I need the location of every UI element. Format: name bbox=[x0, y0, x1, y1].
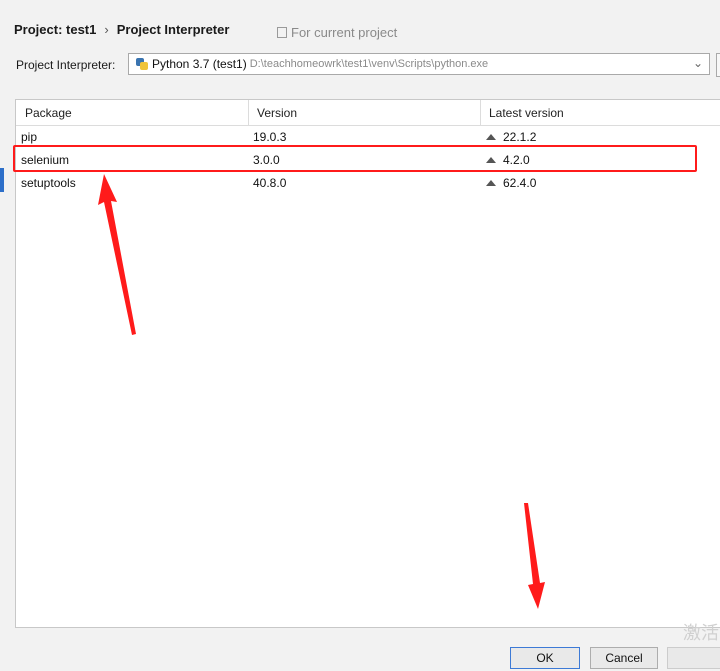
cancel-button[interactable]: Cancel bbox=[590, 647, 658, 669]
red-arrow-down bbox=[524, 503, 545, 609]
apply-button[interactable] bbox=[667, 647, 720, 669]
watermark-line-1: 激活 bbox=[683, 623, 719, 643]
red-arrow-up bbox=[98, 174, 136, 335]
annotation-arrows bbox=[98, 174, 545, 609]
ok-button[interactable]: OK bbox=[510, 647, 580, 669]
